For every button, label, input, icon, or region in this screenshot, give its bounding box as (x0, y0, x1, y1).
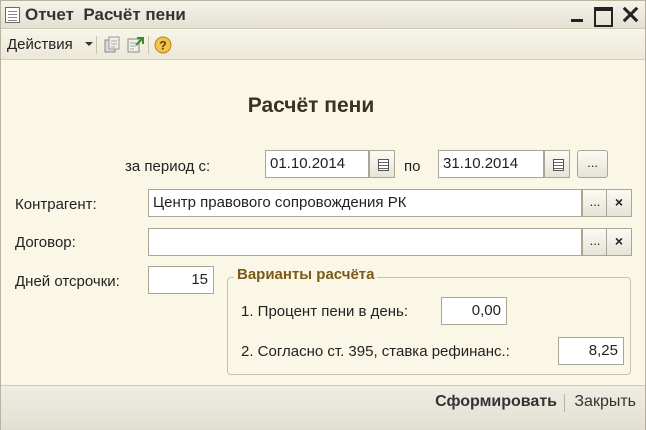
contract-label: Договор: (15, 234, 76, 251)
close-icon[interactable] (620, 5, 640, 25)
select-counterparty-button[interactable]: ... (582, 189, 608, 217)
period-label: за период с: (125, 158, 211, 175)
export-icon[interactable] (127, 36, 145, 54)
period-to-field[interactable]: 31.10.2014 (438, 150, 544, 178)
clear-counterparty-button[interactable]: × (606, 189, 632, 217)
refinancing-rate-field[interactable]: 8,25 (558, 337, 624, 365)
form-heading: Расчёт пени (247, 94, 375, 117)
toolbar-separator (96, 36, 97, 54)
calendar-icon[interactable] (544, 150, 570, 178)
footer-separator (564, 394, 565, 412)
period-from-field[interactable]: 01.10.2014 (265, 150, 369, 178)
select-period-button[interactable]: ... (577, 150, 608, 178)
calendar-icon[interactable] (369, 150, 395, 178)
chevron-down-icon[interactable] (85, 42, 93, 46)
option2-label: 2. Согласно ст. 395, ставка рефинанс.: (241, 343, 510, 360)
help-icon[interactable]: ? (154, 36, 172, 54)
document-icon (5, 7, 20, 23)
svg-text:?: ? (159, 39, 166, 53)
close-button[interactable]: Закрыть (574, 393, 636, 411)
counterparty-field[interactable]: Центр правового сопровождения РК (148, 189, 582, 217)
select-contract-button[interactable]: ... (582, 228, 608, 256)
title-bar[interactable]: Отчет Расчёт пени (1, 1, 645, 29)
period-to-label: по (404, 158, 421, 175)
minimize-icon[interactable] (567, 5, 587, 25)
penalty-percent-field[interactable]: 0,00 (441, 297, 507, 325)
report-settings-icon[interactable] (103, 36, 121, 54)
grace-days-label: Дней отсрочки: (15, 273, 120, 290)
report-window: Отчет Расчёт пени Действия ? Расчёт пени… (0, 0, 646, 430)
calculation-options-title: Варианты расчёта (234, 266, 378, 283)
counterparty-label: Контрагент: (15, 196, 97, 213)
maximize-icon[interactable] (592, 5, 613, 27)
bottom-bar: Сформировать Закрыть (1, 385, 645, 430)
toolbar: Действия ? (1, 30, 645, 60)
contract-field[interactable] (148, 228, 582, 256)
clear-contract-button[interactable]: × (606, 228, 632, 256)
toolbar-separator (148, 36, 149, 54)
generate-button[interactable]: Сформировать (435, 393, 557, 411)
option1-label: 1. Процент пени в день: (241, 303, 409, 320)
window-title: Отчет Расчёт пени (25, 5, 186, 24)
actions-menu[interactable]: Действия (7, 36, 73, 53)
grace-days-field[interactable]: 15 (148, 266, 214, 294)
